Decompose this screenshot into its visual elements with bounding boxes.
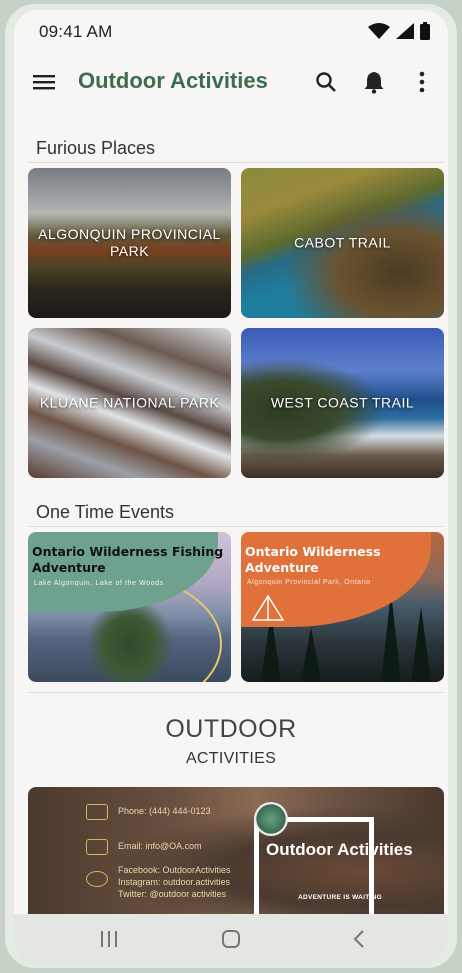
- home-icon: [222, 930, 240, 948]
- place-card-label: KLUANE NATIONAL PARK: [39, 394, 220, 411]
- event-card-title: Ontario Wilderness Adventure: [245, 544, 381, 575]
- signal-icon: [396, 23, 414, 39]
- system-nav-bar: [14, 914, 448, 964]
- event-card-wilderness-adventure[interactable]: Ontario Wilderness Adventure Algonquin P…: [241, 532, 444, 682]
- status-bar: 09:41 AM: [14, 10, 448, 50]
- place-card-cabot-trail[interactable]: CABOT TRAIL: [241, 168, 444, 318]
- app-bar-actions: [310, 66, 438, 98]
- section-title-places: Furious Places: [36, 138, 156, 158]
- promo-banner[interactable]: Phone: (444) 444-0123 Email: info@OA.com…: [28, 787, 444, 927]
- contact-social-twitter: Twitter: @outdoor activities: [118, 889, 227, 899]
- event-card-fishing-adventure[interactable]: Ontario Wilderness Fishing Adventure Lak…: [28, 532, 231, 682]
- more-vert-icon: [419, 71, 425, 93]
- brand-subtitle: ACTIVITIES: [185, 750, 277, 767]
- page-title: Outdoor Activities: [78, 68, 268, 93]
- contact-email: Email: info@OA.com: [118, 841, 202, 851]
- contact-social-facebook: Facebook: OutdoorActivities: [118, 865, 231, 875]
- place-card-label: ALGONQUIN PROVINCIAL PARK: [38, 226, 221, 259]
- event-card-subtitle: Lake Algonquin, Lake of the Woods: [34, 580, 164, 587]
- contact-social-instagram: Instagram: outdoor.activities: [118, 877, 231, 887]
- notifications-button[interactable]: [358, 66, 390, 98]
- contact-phone: Phone: (444) 444-0123: [118, 806, 211, 816]
- brand-title: OUTDOOR: [165, 715, 297, 743]
- place-card-label: CABOT TRAIL: [294, 234, 391, 251]
- divider: [28, 692, 444, 693]
- place-card-kluane[interactable]: KLUANE NATIONAL PARK: [28, 328, 231, 478]
- email-icon: [86, 839, 108, 855]
- bell-icon: [364, 72, 384, 94]
- place-card-west-coast-trail[interactable]: WEST COAST TRAIL: [241, 328, 444, 478]
- back-button[interactable]: [344, 928, 374, 950]
- places-grid: ALGONQUIN PROVINCIAL PARK CABOT TRAIL KL…: [28, 168, 444, 478]
- back-icon: [353, 930, 364, 948]
- battery-icon: [420, 22, 430, 40]
- place-card-label: WEST COAST TRAIL: [270, 394, 415, 411]
- recent-apps-icon: [101, 931, 117, 947]
- recent-apps-button[interactable]: [94, 928, 124, 950]
- banner-frame: [254, 817, 259, 917]
- divider: [28, 162, 444, 163]
- tree-shape: [301, 627, 321, 682]
- home-button[interactable]: [216, 928, 246, 950]
- wifi-icon: [368, 23, 390, 39]
- tent-icon: [251, 594, 285, 621]
- banner-title: Outdoor Activities: [266, 840, 413, 859]
- tree-shape: [411, 607, 431, 682]
- search-button[interactable]: [310, 66, 342, 98]
- events-grid: Ontario Wilderness Fishing Adventure Lak…: [28, 532, 444, 682]
- app-bar: Outdoor Activities: [14, 56, 448, 112]
- banner-logo: [254, 802, 288, 836]
- menu-icon[interactable]: [32, 70, 56, 94]
- status-time: 09:41 AM: [39, 22, 113, 41]
- phone-frame: 09:41 AM Outdoor Activities Furious Plac…: [5, 4, 457, 968]
- banner-tagline: ADVENTURE IS WAITING: [298, 894, 383, 901]
- more-options-button[interactable]: [406, 66, 438, 98]
- section-title-events: One Time Events: [36, 502, 175, 522]
- status-icons: [368, 22, 430, 40]
- event-card-subtitle: Algonquin Provincial Park, Ontario: [247, 579, 371, 586]
- divider: [28, 526, 444, 527]
- search-icon: [316, 72, 336, 92]
- phone-icon: [86, 804, 108, 820]
- event-card-title: Ontario Wilderness Fishing Adventure: [32, 544, 224, 575]
- social-icon: [86, 871, 108, 887]
- screen: 09:41 AM Outdoor Activities Furious Plac…: [14, 10, 448, 964]
- place-card-algonquin[interactable]: ALGONQUIN PROVINCIAL PARK: [28, 168, 231, 318]
